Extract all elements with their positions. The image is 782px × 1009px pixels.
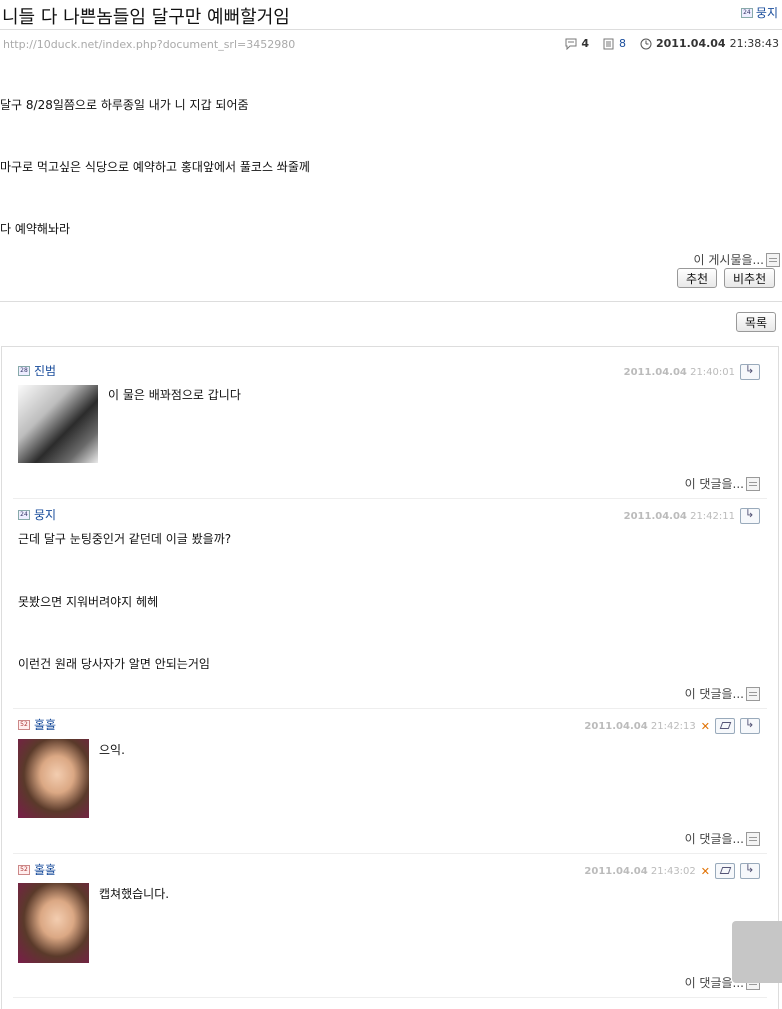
comment-text: 못봤으면 지워버려야지 헤헤 <box>18 595 159 609</box>
comment-text: 이 물은 배꽈점으로 갑니다 <box>108 388 241 402</box>
level-icon: 28 <box>18 365 30 376</box>
comment-meta: 2011.04.04 21:40:01 <box>623 363 760 380</box>
comment-date: 2011.04.04 21:42:13 <box>584 720 696 732</box>
menu-icon[interactable] <box>746 686 760 701</box>
comment-divider <box>13 853 767 854</box>
divider <box>0 29 782 30</box>
comment-more-label[interactable]: 이 댓글을... <box>685 475 744 492</box>
comment-author[interactable]: 24 뭉지 <box>18 506 56 523</box>
comment-text: 캡쳐했습니다. <box>99 887 170 901</box>
recommend-button[interactable]: 추천 <box>677 268 718 288</box>
reply-icon[interactable] <box>740 717 760 734</box>
comment-more-menu[interactable]: 이 댓글을... <box>685 685 760 702</box>
post-time: 21:38:43 <box>729 37 779 50</box>
level-icon: 52 <box>18 864 30 875</box>
menu-icon[interactable] <box>766 252 780 267</box>
comment-date: 2011.04.04 21:40:01 <box>623 366 735 378</box>
comment-author-name[interactable]: 뭉지 <box>34 506 56 523</box>
comment-icon <box>565 38 577 50</box>
avatar <box>18 883 89 963</box>
comment-text: 으익. <box>99 743 125 757</box>
post-author-name[interactable]: 뭉지 <box>756 4 778 21</box>
post-more-label[interactable]: 이 게시물을... <box>694 251 764 268</box>
edit-icon[interactable] <box>715 718 735 734</box>
comment-meta: 2011.04.04 21:42:11 <box>623 507 760 524</box>
comment-date: 2011.04.04 21:43:02 <box>584 865 696 877</box>
unrecommend-button[interactable]: 비추천 <box>724 268 776 288</box>
comment-list <box>1 346 779 1009</box>
comment-author[interactable]: 52 홀홀 <box>18 716 56 733</box>
menu-icon[interactable] <box>746 476 760 491</box>
post-body-line: 마구로 먹고싶은 식당으로 예약하고 홍대앞에서 풀코스 쏴줄께 <box>0 160 310 174</box>
comment-more-menu[interactable]: 이 댓글을... <box>685 475 760 492</box>
comment-text: 근데 달구 눈팅중인거 같던데 이글 봤을까? <box>18 532 232 546</box>
menu-icon[interactable] <box>746 831 760 846</box>
level-icon: 52 <box>18 719 30 730</box>
post-body-line: 다 예약해놔라 <box>0 222 71 236</box>
comment-more-menu[interactable]: 이 댓글을... <box>685 830 760 847</box>
divider <box>0 301 782 302</box>
post-body-line: 달구 8/28일쯤으로 하루종일 내가 니 지갑 되어줌 <box>0 98 249 112</box>
comment-divider <box>13 498 767 499</box>
reply-icon[interactable] <box>740 862 760 879</box>
comment-author-name[interactable]: 진범 <box>34 362 56 379</box>
list-button[interactable]: 목록 <box>736 312 777 332</box>
comment-more-label[interactable]: 이 댓글을... <box>685 830 744 847</box>
post-more-menu[interactable]: 이 게시물을... <box>694 251 780 268</box>
avatar <box>18 385 98 463</box>
comment-text: 이런건 원래 당사자가 알면 안되는거임 <box>18 657 210 671</box>
comment-author[interactable]: 52 홀홀 <box>18 861 56 878</box>
comment-author-name[interactable]: 홀홀 <box>34 716 56 733</box>
delete-icon[interactable]: ✕ <box>701 720 710 733</box>
reply-icon[interactable] <box>740 363 760 380</box>
edit-icon[interactable] <box>715 863 735 879</box>
read-count: 8 <box>619 37 626 50</box>
comment-date: 2011.04.04 21:42:11 <box>623 510 735 522</box>
comment-meta: 2011.04.04 21:42:13 ✕ <box>584 717 760 734</box>
post-author[interactable]: 24 뭉지 <box>740 4 778 21</box>
post-date: 2011.04.04 <box>656 37 726 50</box>
clock-icon <box>640 38 652 49</box>
post-url[interactable]: http://10duck.net/index.php?document_srl… <box>3 38 295 51</box>
delete-icon[interactable]: ✕ <box>701 865 710 878</box>
post-meta: 4 8 2011.04.04 21:38:43 <box>565 37 779 50</box>
comment-author[interactable]: 28 진범 <box>18 362 56 379</box>
comment-more-label[interactable]: 이 댓글을... <box>685 685 744 702</box>
comment-meta: 2011.04.04 21:43:02 ✕ <box>584 862 760 879</box>
comment-divider <box>13 997 767 998</box>
scroll-to-top-pad[interactable] <box>732 921 782 983</box>
comment-divider <box>13 708 767 709</box>
post-title: 니들 다 나쁜놈들임 달구만 예뻐할거임 <box>2 7 290 28</box>
read-count-icon <box>603 38 614 49</box>
comment-author-name[interactable]: 홀홀 <box>34 861 56 878</box>
level-icon: 24 <box>18 509 30 520</box>
avatar <box>18 739 89 818</box>
level-icon: 24 <box>740 7 753 18</box>
reply-icon[interactable] <box>740 507 760 524</box>
comment-count: 4 <box>581 37 589 50</box>
